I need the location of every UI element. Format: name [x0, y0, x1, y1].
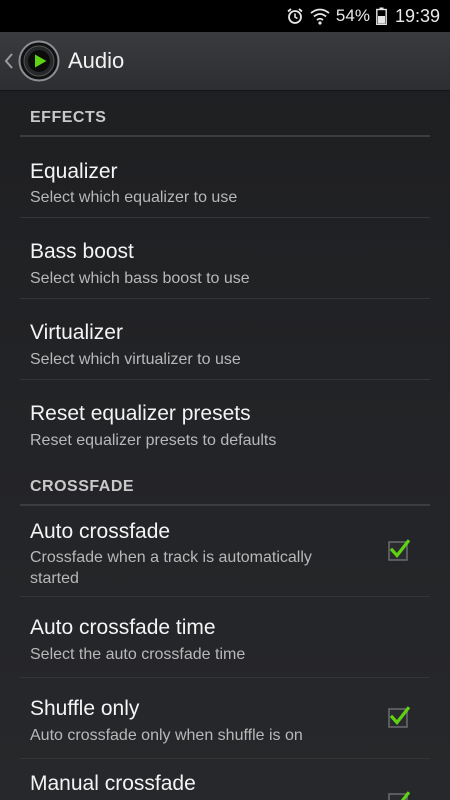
alarm-icon: [286, 7, 304, 25]
chevron-left-icon[interactable]: [2, 32, 16, 90]
pref-summary: Auto crossfade only when shuffle is on: [30, 727, 303, 744]
pref-summary: Select which equalizer to use: [30, 189, 238, 206]
pref-summary: Crossfade when a track is automatically …: [30, 549, 312, 587]
settings-list: EFFECTS Equalizer Select which equalizer…: [0, 91, 450, 800]
pref-title: Manual crossfade: [30, 772, 196, 795]
status-indicators: 54% 19:39: [286, 0, 440, 32]
pref-title: Bass boost: [30, 240, 134, 263]
battery-icon: [376, 7, 387, 25]
pref-auto-crossfade-time[interactable]: Auto crossfade time Select the auto cros…: [20, 597, 430, 678]
app-logo-icon[interactable]: [18, 40, 60, 82]
pref-summary: Reset equalizer presets to defaults: [30, 432, 277, 449]
pref-title: Auto crossfade time: [30, 616, 216, 639]
wifi-icon: [310, 7, 330, 25]
section-header-label: EFFECTS: [30, 109, 107, 126]
pref-bass-boost[interactable]: Bass boost Select which bass boost to us…: [20, 218, 430, 299]
checkbox-checked-icon[interactable]: [388, 706, 410, 728]
pref-manual-crossfade[interactable]: Manual crossfade: [20, 759, 430, 800]
pref-title: Shuffle only: [30, 697, 140, 720]
pref-title: Equalizer: [30, 160, 118, 183]
checkbox-checked-icon[interactable]: [388, 539, 410, 561]
pref-title: Virtualizer: [30, 321, 123, 344]
action-bar: Audio: [0, 32, 450, 91]
pref-virtualizer[interactable]: Virtualizer Select which virtualizer to …: [20, 299, 430, 380]
section-header-effects: EFFECTS: [20, 91, 430, 137]
section-header-crossfade: CROSSFADE: [20, 460, 430, 506]
page-title: Audio: [68, 48, 125, 73]
pref-reset-equalizer-presets[interactable]: Reset equalizer presets Reset equalizer …: [20, 380, 430, 461]
pref-shuffle-only[interactable]: Shuffle only Auto crossfade only when sh…: [20, 678, 430, 759]
pref-summary: Select which bass boost to use: [30, 270, 250, 287]
pref-summary: Select the auto crossfade time: [30, 646, 246, 663]
audio-settings-screen: 54% 19:39 Audio EFFECTS Equalizer Select…: [0, 0, 450, 800]
battery-percentage: 54%: [335, 6, 370, 25]
pref-title: Auto crossfade: [30, 520, 171, 543]
pref-equalizer[interactable]: Equalizer Select which equalizer to use: [20, 137, 430, 218]
checkbox-checked-icon[interactable]: [388, 791, 410, 800]
pref-title: Reset equalizer presets: [30, 402, 251, 425]
section-header-label: CROSSFADE: [30, 478, 135, 495]
status-bar: 54% 19:39: [0, 0, 450, 32]
pref-summary: Select which virtualizer to use: [30, 351, 241, 368]
pref-auto-crossfade[interactable]: Auto crossfade Crossfade when a track is…: [20, 506, 430, 597]
status-time: 19:39: [394, 5, 440, 26]
